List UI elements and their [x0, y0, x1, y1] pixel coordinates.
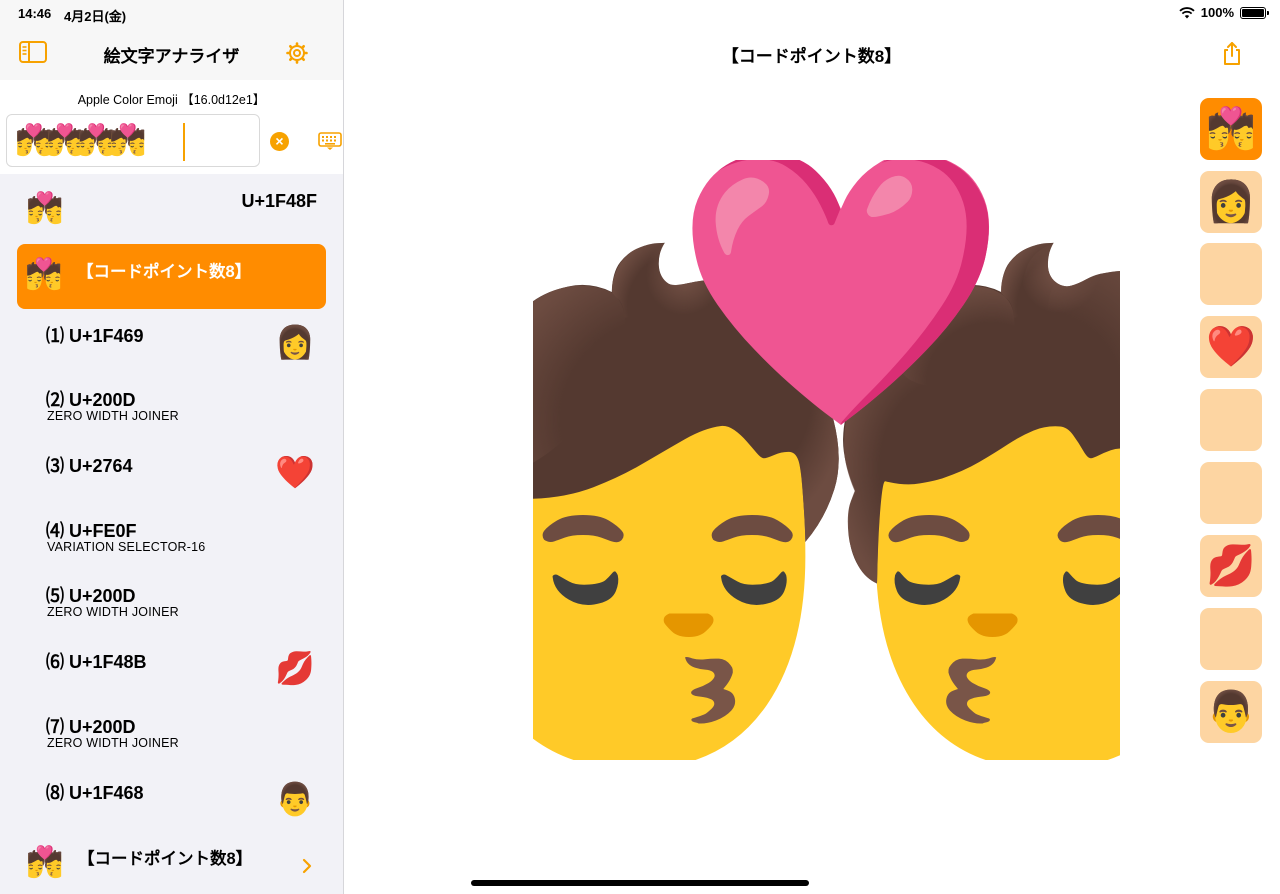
grapheme-row-label: 【コードポイント数8】	[78, 850, 253, 868]
selected-grapheme-row[interactable]: 💏 【コードポイント数8】	[17, 244, 326, 309]
codepoint-desc: VARIATION SELECTOR-16	[47, 540, 206, 554]
codepoint-emoji: 💋	[275, 650, 315, 686]
emoji-preview: 💏	[492, 160, 1120, 760]
component-tile[interactable]: 💋	[1200, 535, 1262, 597]
emoji-input[interactable]: 💏💏💏💏	[6, 114, 260, 167]
status-time-dup: 14:46	[18, 6, 52, 21]
clear-button[interactable]: ×	[270, 132, 289, 151]
component-tile[interactable]: 👩	[1200, 171, 1262, 233]
battery-percent: 100%	[1200, 5, 1234, 20]
status-indicators: 100%	[1179, 5, 1269, 20]
list-item-code[interactable]: U+1F48F	[241, 191, 317, 212]
share-icon	[1224, 42, 1240, 65]
codepoint-index: ⑹ U+1F48B	[46, 652, 147, 672]
codepoint-desc: ZERO WIDTH JOINER	[47, 409, 179, 423]
settings-button[interactable]	[286, 42, 308, 64]
input-area: Apple Color Emoji 【16.0d12e1】 💏💏💏💏 ×	[0, 80, 343, 174]
codepoint-index: ⑴ U+1F469	[46, 326, 144, 346]
chevron-right-icon	[302, 858, 312, 874]
share-button[interactable]	[1222, 40, 1242, 71]
component-tile[interactable]	[1200, 389, 1262, 451]
codepoint-index: ⑻ U+1F468	[46, 783, 144, 803]
codepoint-row[interactable]: ⑶ U+2764 ❤️	[0, 442, 343, 506]
text-caret	[183, 123, 185, 161]
codepoint-emoji: 👩	[275, 324, 315, 360]
grapheme-row[interactable]: 💏 【コードポイント数8】	[0, 836, 343, 894]
wifi-icon	[1179, 6, 1195, 18]
codepoint-desc: ZERO WIDTH JOINER	[47, 736, 179, 750]
font-label: Apple Color Emoji 【16.0d12e1】	[77, 93, 266, 107]
keyboard-icon	[318, 132, 342, 150]
clear-icon: ×	[275, 133, 284, 149]
codepoint-emoji: ❤️	[275, 454, 315, 490]
component-tile[interactable]: 💏	[1200, 98, 1262, 160]
keyboard-button[interactable]	[318, 132, 342, 150]
sidebar-header: 14:46 4月2日(金) 絵文字アナライザ	[0, 0, 343, 81]
selected-row-label: 【コードポイント数8】	[77, 263, 252, 281]
detail-title: 【コードポイント数8】	[721, 47, 902, 66]
codepoint-row[interactable]: ⑺ U+200D ZERO WIDTH JOINER	[0, 703, 343, 767]
codepoint-row[interactable]: ⑷ U+FE0F VARIATION SELECTOR-16	[0, 507, 343, 571]
codepoint-row[interactable]: ⑻ U+1F468 👨	[0, 769, 343, 833]
gear-icon	[286, 42, 308, 64]
home-indicator[interactable]	[471, 880, 809, 886]
component-tile[interactable]: 👨	[1200, 681, 1262, 743]
component-tile[interactable]	[1200, 243, 1262, 305]
component-tile[interactable]	[1200, 608, 1262, 670]
codepoint-row[interactable]: ⑸ U+200D ZERO WIDTH JOINER	[0, 572, 343, 636]
codepoint-row[interactable]: ⑹ U+1F48B 💋	[0, 638, 343, 702]
list-item-emoji: 💏	[26, 192, 64, 225]
status-date-dup: 4月2日(金)	[64, 9, 127, 24]
codepoint-index: ⑶ U+2764	[46, 456, 133, 476]
emoji-input-value: 💏💏💏💏	[15, 124, 146, 157]
sidebar: 14:46 4月2日(金) 絵文字アナライザ Apple Color Emoji…	[0, 0, 344, 894]
codepoint-emoji: 👨	[275, 781, 315, 817]
codepoint-desc: ZERO WIDTH JOINER	[47, 605, 179, 619]
grapheme-row-emoji: 💏	[26, 846, 64, 879]
component-tile[interactable]	[1200, 462, 1262, 524]
codepoint-row[interactable]: ⑵ U+200D ZERO WIDTH JOINER	[0, 376, 343, 440]
selected-row-emoji: 💏	[25, 258, 63, 291]
codepoint-row[interactable]: ⑴ U+1F469 👩	[0, 312, 343, 376]
component-tile[interactable]: ❤️	[1200, 316, 1262, 378]
battery-icon	[1240, 6, 1269, 19]
